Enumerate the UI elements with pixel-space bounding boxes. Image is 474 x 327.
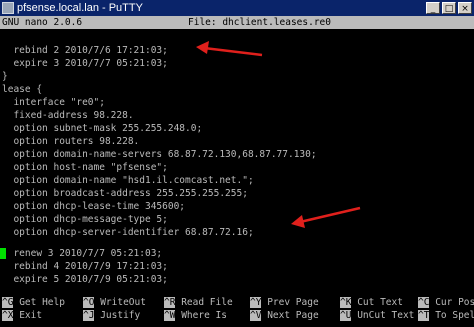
text-line: fixed-address 98.228. <box>2 110 134 121</box>
shortcut-key: ^R <box>164 297 176 308</box>
close-button[interactable]: × <box>458 2 472 14</box>
shortcut-writeout[interactable]: ^O WriteOut <box>83 297 146 309</box>
shortcut-prev-page[interactable]: ^Y Prev Page <box>250 297 319 309</box>
shortcut-key: ^G <box>2 297 14 308</box>
shortcut-key: ^Y <box>250 297 262 308</box>
shortcut-label: WriteOut <box>100 297 146 308</box>
text-line: } <box>2 71 8 82</box>
shortcut-next-page[interactable]: ^V Next Page <box>250 310 319 322</box>
maximize-button[interactable]: □ <box>442 2 456 14</box>
text-cursor <box>0 248 6 259</box>
shortcut-key: ^O <box>83 297 95 308</box>
shortcut-key: ^W <box>164 310 176 321</box>
text-line: option domain-name "hsd1.il.comcast.net.… <box>2 175 254 186</box>
shortcut-label: Next Page <box>267 310 319 321</box>
shortcut-label: Cur Pos <box>435 297 474 308</box>
text-line: rebind 2 2010/7/6 17:21:03; <box>2 45 168 56</box>
shortcut-read-file[interactable]: ^R Read File <box>164 297 233 309</box>
nano-header: GNU nano 2.0.6 File: dhclient.leases.re0 <box>0 16 474 29</box>
shortcut-label: To Spell <box>435 310 474 321</box>
nano-filename: File: dhclient.leases.re0 <box>188 17 331 28</box>
shortcut-uncut-text[interactable]: ^U UnCut Text <box>340 310 414 322</box>
shortcut-cur-pos[interactable]: ^C Cur Pos <box>418 297 474 309</box>
text-line: option host-name "pfsense"; <box>2 162 168 173</box>
shortcut-key: ^X <box>2 310 14 321</box>
nano-version: GNU nano 2.0.6 <box>2 17 83 28</box>
shortcut-label: Cut Text <box>357 297 403 308</box>
window-title: pfsense.local.lan - PuTTY <box>17 2 143 14</box>
text-line: expire 3 2010/7/7 05:21:03; <box>2 58 168 69</box>
window-titlebar[interactable]: pfsense.local.lan - PuTTY _ □ × <box>0 0 474 16</box>
text-line: lease { <box>2 84 43 95</box>
shortcut-key: ^C <box>418 297 430 308</box>
shortcut-where-is[interactable]: ^W Where Is <box>164 310 227 322</box>
shortcut-label: Where Is <box>181 310 227 321</box>
shortcut-label: Prev Page <box>267 297 319 308</box>
shortcut-key: ^V <box>250 310 262 321</box>
text-line: option subnet-mask 255.255.248.0; <box>2 123 203 134</box>
window-controls: _ □ × <box>426 2 472 14</box>
shortcut-to-spell[interactable]: ^T To Spell <box>418 310 474 322</box>
text-line: option dhcp-server-identifier 68.87.72.1… <box>2 227 254 238</box>
shortcut-key: ^U <box>340 310 352 321</box>
minimize-button[interactable]: _ <box>426 2 440 14</box>
shortcut-label: Exit <box>19 310 43 321</box>
text-line: expire 5 2010/7/9 05:21:03; <box>2 274 168 285</box>
text-line: option dhcp-lease-time 345600; <box>2 201 186 212</box>
text-line: rebind 4 2010/7/9 17:21:03; <box>2 261 168 272</box>
shortcut-get-help[interactable]: ^G Get Help <box>2 297 65 309</box>
shortcut-exit[interactable]: ^X Exit <box>2 310 42 322</box>
putty-icon <box>2 2 14 14</box>
shortcut-key: ^J <box>83 310 95 321</box>
text-line: interface "re0"; <box>2 97 105 108</box>
shortcut-key: ^T <box>418 310 430 321</box>
shortcut-label: Justify <box>100 310 141 321</box>
text-line: option domain-name-servers 68.87.72.130,… <box>2 149 317 160</box>
text-line: option broadcast-address 255.255.255.255… <box>2 188 248 199</box>
shortcut-label: Read File <box>181 297 233 308</box>
text-line: option routers 98.228. <box>2 136 140 147</box>
shortcut-key: ^K <box>340 297 352 308</box>
terminal-area[interactable]: GNU nano 2.0.6 File: dhclient.leases.re0… <box>0 16 474 327</box>
shortcut-justify[interactable]: ^J Justify <box>83 310 140 322</box>
text-line: option dhcp-message-type 5; <box>2 214 168 225</box>
shortcut-label: UnCut Text <box>357 310 415 321</box>
shortcut-label: Get Help <box>19 297 65 308</box>
text-line: renew 3 2010/7/7 05:21:03; <box>2 248 163 259</box>
shortcut-cut-text[interactable]: ^K Cut Text <box>340 297 403 309</box>
